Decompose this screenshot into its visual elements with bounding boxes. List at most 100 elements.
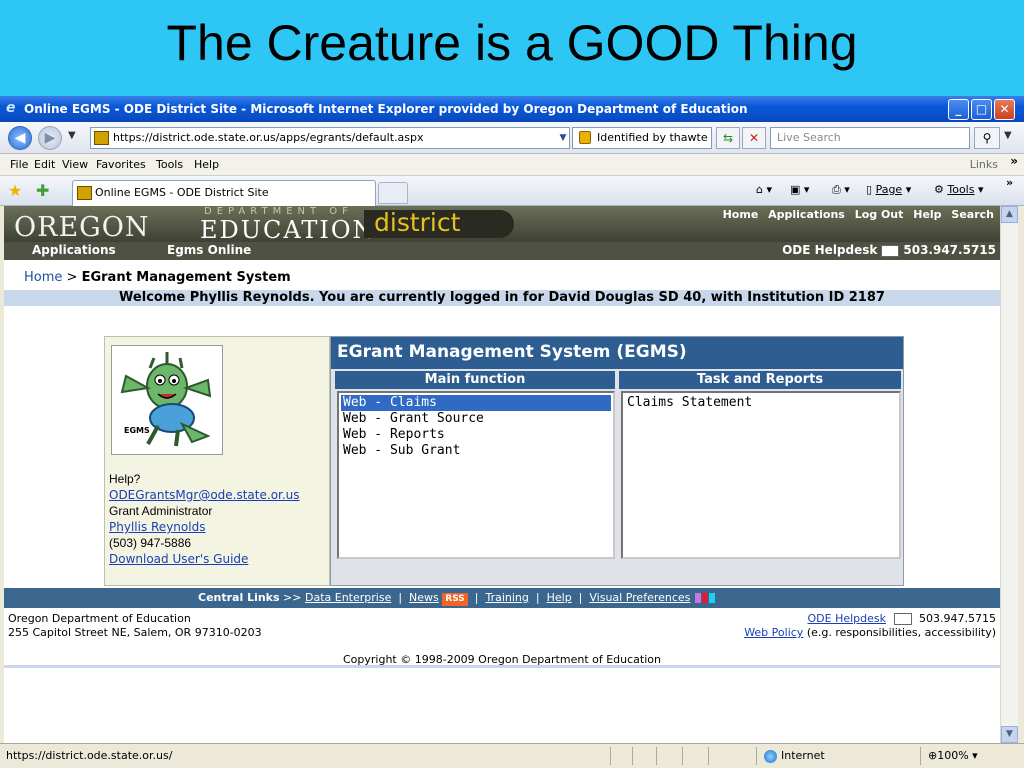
breadcrumb: Home > EGrant Management System	[24, 270, 291, 285]
egms-panel: EGrant Management System (EGMS) Main fun…	[330, 336, 904, 586]
search-options-icon[interactable]: ▼	[1004, 130, 1012, 141]
visual-pref-swatch-purple[interactable]	[694, 593, 701, 603]
main-function-item[interactable]: Web - Reports	[341, 427, 611, 443]
menu-favorites[interactable]: Favorites	[96, 158, 146, 171]
link-news[interactable]: News	[409, 591, 439, 604]
nav-logout[interactable]: Log Out	[855, 208, 904, 221]
home-icon[interactable]: ⌂ ▾	[756, 183, 772, 196]
zoom-control[interactable]: ⊕100% ▾	[928, 749, 978, 762]
help-heading: Help?	[109, 472, 141, 486]
link-help[interactable]: Help	[547, 591, 572, 604]
breadcrumb-separator: >	[66, 270, 78, 285]
main-function-item[interactable]: Web - Grant Source	[341, 411, 611, 427]
download-guide-link[interactable]: Download User's Guide	[109, 551, 300, 567]
sub-nav: Applications Egms Online ODE Helpdesk 503…	[4, 242, 1000, 260]
maximize-button[interactable]: □	[971, 99, 992, 120]
page-menu[interactable]: ▯ Page ▾	[866, 183, 911, 196]
new-tab-button[interactable]	[378, 182, 408, 204]
address-url: https://district.ode.state.or.us/apps/eg…	[113, 131, 424, 144]
address-dropdown-icon[interactable]: ▼	[556, 127, 570, 149]
links-more-icon[interactable]: »	[1010, 154, 1018, 168]
status-divider	[708, 747, 709, 765]
visual-pref-swatch-red[interactable]	[701, 593, 708, 603]
logo-oregon: OREGON	[14, 212, 150, 243]
web-policy-link[interactable]: Web Policy	[744, 626, 803, 639]
menu-edit[interactable]: Edit	[34, 158, 55, 171]
minimize-button[interactable]: _	[948, 99, 969, 120]
print-icon[interactable]: ⎙ ▾	[832, 183, 850, 197]
breadcrumb-current: EGrant Management System	[81, 270, 291, 285]
egms-title: EGrant Management System (EGMS)	[331, 337, 903, 369]
links-toolbar[interactable]: Links	[970, 158, 998, 171]
footer-helpdesk-link[interactable]: ODE Helpdesk	[808, 612, 887, 625]
menu-bar: File Edit View Favorites Tools Help Link…	[0, 154, 1024, 176]
tools-menu[interactable]: ⚙ Tools ▾	[934, 183, 984, 196]
link-visual-preferences[interactable]: Visual Preferences	[589, 591, 690, 604]
central-links: Central Links >> Data Enterprise | News …	[198, 588, 715, 608]
menu-help[interactable]: Help	[194, 158, 219, 171]
task-reports-list[interactable]: Claims Statement	[621, 391, 901, 559]
zone-label: Internet	[781, 749, 825, 762]
menu-file[interactable]: File	[10, 158, 28, 171]
zoom-level: 100%	[937, 749, 969, 762]
main-function-item[interactable]: Web - Sub Grant	[341, 443, 611, 459]
vertical-scrollbar[interactable]: ▲ ▼	[1000, 206, 1018, 743]
tools-menu-label: Tools	[947, 183, 975, 196]
helpdesk-label[interactable]: ODE Helpdesk	[782, 243, 877, 257]
nav-search[interactable]: Search	[951, 208, 994, 221]
forward-button[interactable]: ▶	[38, 126, 62, 150]
menu-view[interactable]: View	[62, 158, 88, 171]
address-toolbar: ◀ ▶ ▼ https://district.ode.state.or.us/a…	[0, 122, 1024, 154]
footer-org: Oregon Department of Education	[8, 612, 191, 625]
help-info: Help? ODEGrantsMgr@ode.state.or.us Grant…	[109, 471, 300, 567]
admin-name-link[interactable]: Phyllis Reynolds	[109, 519, 300, 535]
status-divider	[610, 747, 611, 765]
main-function-list[interactable]: Web - Claims Web - Grant Source Web - Repo…	[337, 391, 615, 559]
slide-title: The Creature is a GOOD Thing	[166, 15, 858, 71]
nav-help[interactable]: Help	[913, 208, 941, 221]
search-icon[interactable]: ⚲	[974, 127, 1000, 149]
address-input[interactable]: https://district.ode.state.or.us/apps/eg…	[90, 127, 570, 149]
stop-button[interactable]: ✕	[742, 127, 766, 149]
visual-pref-swatch-cyan[interactable]	[708, 593, 715, 603]
subnav-applications[interactable]: Applications	[32, 243, 116, 257]
tab-online-egms[interactable]: Online EGMS - ODE District Site	[72, 180, 376, 206]
add-favorites-icon[interactable]: ✚	[36, 181, 49, 200]
welcome-banner: Welcome Phyllis Reynolds. You are curren…	[4, 290, 1000, 306]
scroll-down-icon[interactable]: ▼	[1001, 726, 1018, 743]
scroll-up-icon[interactable]: ▲	[1001, 206, 1018, 223]
search-input[interactable]: Live Search	[770, 127, 970, 149]
rss-badge[interactable]: RSS	[442, 593, 468, 606]
status-divider	[920, 747, 921, 765]
breadcrumb-home[interactable]: Home	[24, 270, 62, 285]
lock-icon	[579, 131, 591, 144]
favorites-star-icon[interactable]: ★	[8, 181, 22, 200]
task-item[interactable]: Claims Statement	[625, 395, 897, 411]
status-bar: https://district.ode.state.or.us/ Intern…	[0, 743, 1024, 768]
back-button[interactable]: ◀	[8, 126, 32, 150]
status-divider	[632, 747, 633, 765]
email-link[interactable]: ODEGrantsMgr@ode.state.or.us	[109, 487, 300, 503]
subnav-egms-online[interactable]: Egms Online	[167, 243, 251, 257]
nav-home[interactable]: Home	[723, 208, 759, 221]
close-button[interactable]: ✕	[994, 99, 1015, 120]
identity-text: Identified by thawte	[597, 131, 708, 144]
link-training[interactable]: Training	[485, 591, 528, 604]
history-dropdown-icon[interactable]: ▼	[68, 130, 76, 141]
refresh-button[interactable]: ⇆	[716, 127, 740, 149]
security-zone[interactable]: Internet	[764, 749, 825, 763]
footer-address: Oregon Department of Education 255 Capit…	[8, 612, 262, 640]
main-function-item[interactable]: Web - Claims	[341, 395, 611, 411]
menu-tools[interactable]: Tools	[156, 158, 183, 171]
help-card: EGMS Help? ODEGrantsMgr@ode.state.or.us …	[104, 336, 330, 586]
nav-applications[interactable]: Applications	[768, 208, 845, 221]
security-identity[interactable]: Identified by thawte	[572, 127, 712, 149]
feeds-icon[interactable]: ▣ ▾	[790, 183, 809, 196]
link-data-enterprise[interactable]: Data Enterprise	[305, 591, 391, 604]
page-content: OREGON DEPARTMENT OF EDUCATION district …	[4, 206, 1000, 743]
top-nav: Home Applications Log Out Help Search	[717, 208, 994, 221]
commands-more-icon[interactable]: »	[1006, 176, 1013, 189]
main-function-header: Main function	[335, 371, 615, 389]
policy-note: (e.g. responsibilities, accessibility)	[806, 626, 996, 639]
phone-icon	[881, 244, 900, 257]
